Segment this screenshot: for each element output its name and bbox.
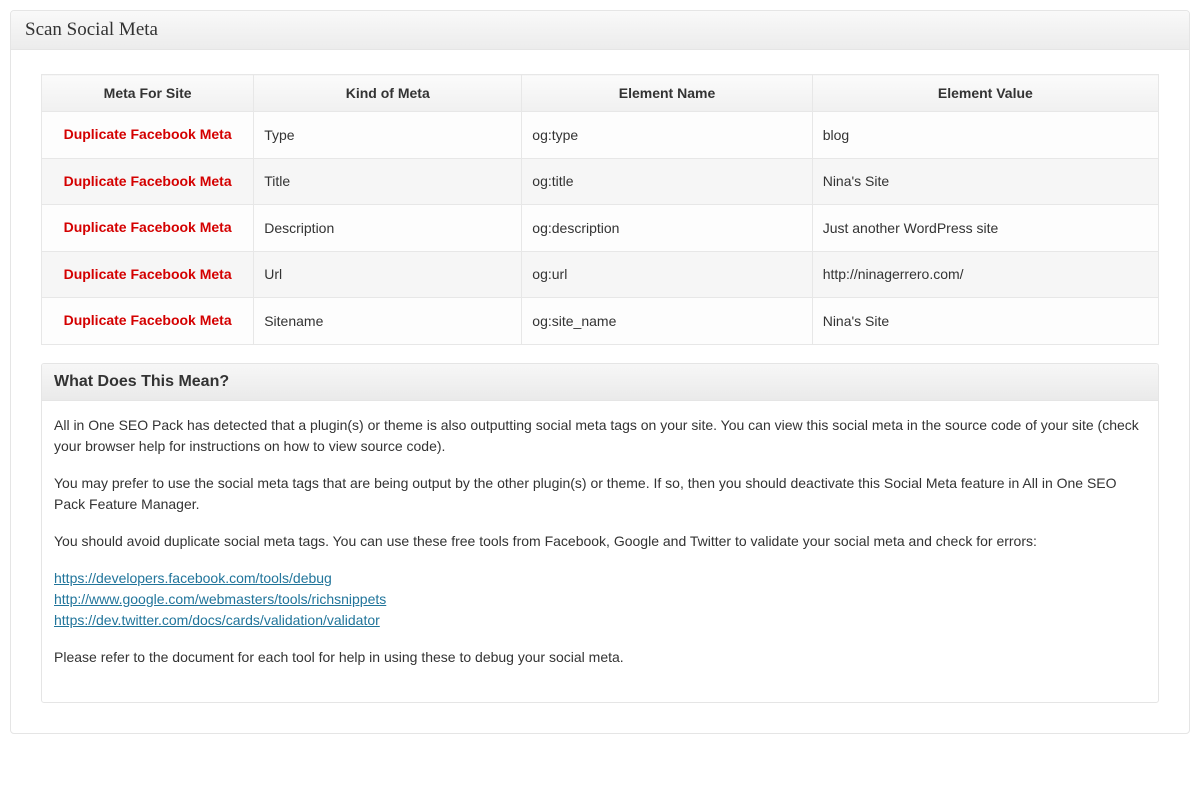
cell-meta-for-site: Duplicate Facebook Meta [42, 298, 254, 345]
explanation-header: What Does This Mean? [42, 364, 1158, 401]
scan-social-meta-panel: Scan Social Meta Meta For Site Kind of M… [10, 10, 1190, 734]
cell-meta-for-site: Duplicate Facebook Meta [42, 112, 254, 159]
cell-element-value: Nina's Site [812, 298, 1158, 345]
cell-element-value: Nina's Site [812, 158, 1158, 205]
cell-element-name: og:url [522, 251, 812, 298]
col-header-element-name: Element Name [522, 75, 812, 112]
explanation-paragraph: All in One SEO Pack has detected that a … [54, 415, 1146, 457]
cell-meta-for-site: Duplicate Facebook Meta [42, 158, 254, 205]
panel-header: Scan Social Meta [11, 11, 1189, 50]
cell-kind-of-meta: Sitename [254, 298, 522, 345]
cell-meta-for-site: Duplicate Facebook Meta [42, 205, 254, 252]
cell-element-value: blog [812, 112, 1158, 159]
explanation-body: All in One SEO Pack has detected that a … [42, 401, 1158, 702]
cell-element-value: Just another WordPress site [812, 205, 1158, 252]
explanation-box: What Does This Mean? All in One SEO Pack… [41, 363, 1159, 703]
cell-kind-of-meta: Title [254, 158, 522, 205]
table-row: Duplicate Facebook MetaTitleog:titleNina… [42, 158, 1159, 205]
explanation-heading: What Does This Mean? [54, 373, 1146, 391]
col-header-element-value: Element Value [812, 75, 1158, 112]
explanation-paragraph: You may prefer to use the social meta ta… [54, 473, 1146, 515]
cell-element-name: og:description [522, 205, 812, 252]
panel-title: Scan Social Meta [25, 19, 1175, 41]
explanation-paragraph: Please refer to the document for each to… [54, 647, 1146, 668]
cell-element-name: og:title [522, 158, 812, 205]
col-header-kind-of-meta: Kind of Meta [254, 75, 522, 112]
table-row: Duplicate Facebook MetaDescriptionog:des… [42, 205, 1159, 252]
cell-kind-of-meta: Type [254, 112, 522, 159]
panel-body: Meta For Site Kind of Meta Element Name … [11, 50, 1189, 733]
social-meta-table: Meta For Site Kind of Meta Element Name … [41, 74, 1159, 345]
table-header-row: Meta For Site Kind of Meta Element Name … [42, 75, 1159, 112]
explanation-paragraph: You should avoid duplicate social meta t… [54, 531, 1146, 552]
twitter-validator-link[interactable]: https://dev.twitter.com/docs/cards/valid… [54, 612, 380, 628]
cell-kind-of-meta: Description [254, 205, 522, 252]
table-row: Duplicate Facebook MetaSitenameog:site_n… [42, 298, 1159, 345]
cell-element-name: og:type [522, 112, 812, 159]
cell-element-value: http://ninagerrero.com/ [812, 251, 1158, 298]
google-richsnippets-link[interactable]: http://www.google.com/webmasters/tools/r… [54, 591, 386, 607]
cell-meta-for-site: Duplicate Facebook Meta [42, 251, 254, 298]
facebook-debug-link[interactable]: https://developers.facebook.com/tools/de… [54, 570, 332, 586]
validation-links: https://developers.facebook.com/tools/de… [54, 568, 1146, 631]
col-header-meta-for-site: Meta For Site [42, 75, 254, 112]
cell-element-name: og:site_name [522, 298, 812, 345]
cell-kind-of-meta: Url [254, 251, 522, 298]
table-row: Duplicate Facebook MetaTypeog:typeblog [42, 112, 1159, 159]
table-row: Duplicate Facebook MetaUrlog:urlhttp://n… [42, 251, 1159, 298]
